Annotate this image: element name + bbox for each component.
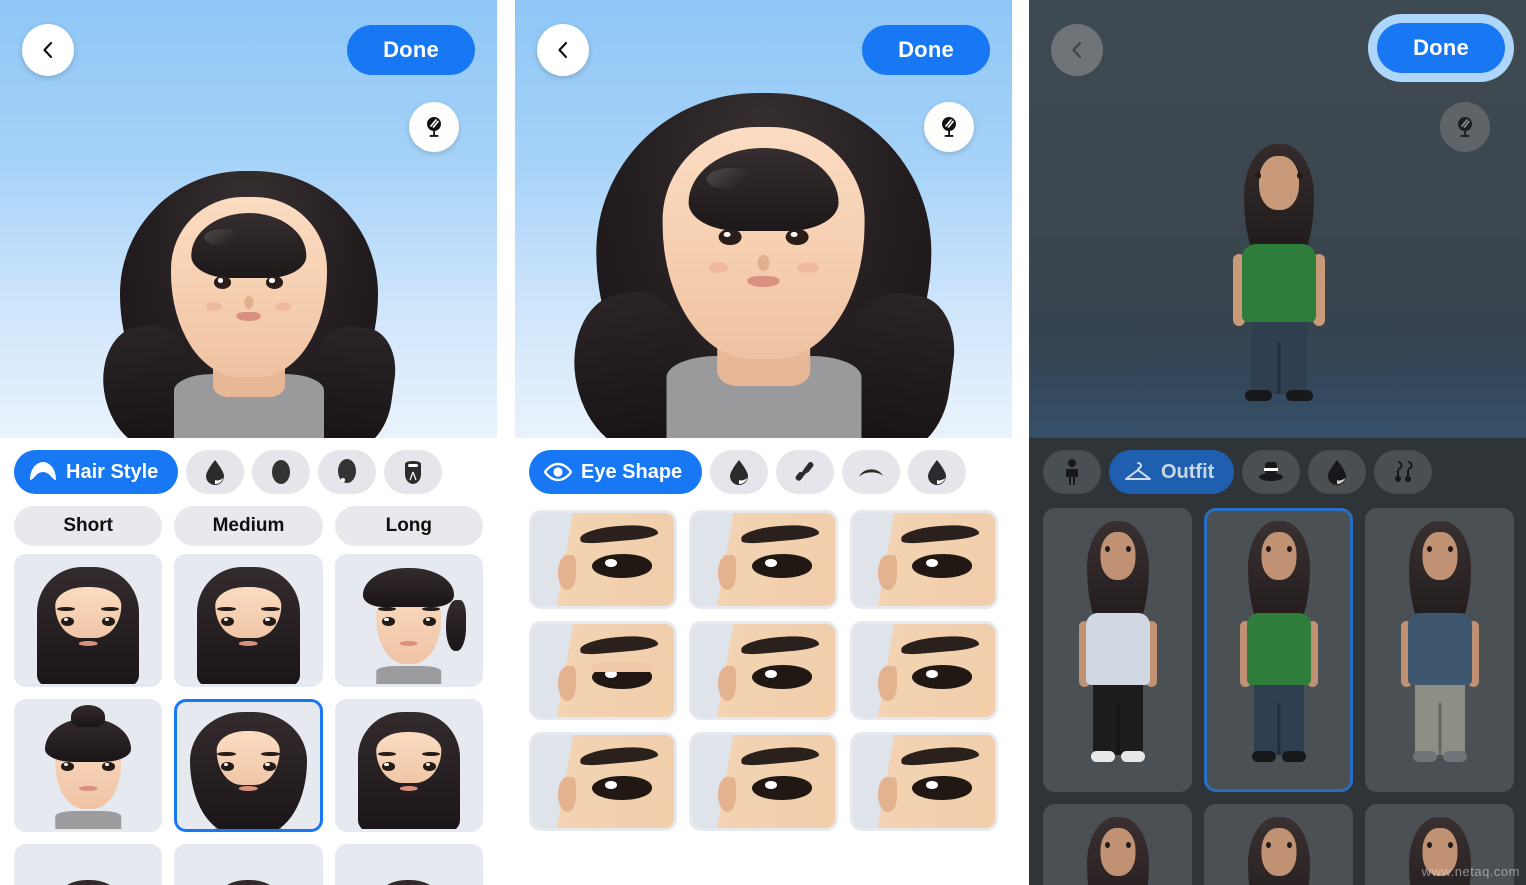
category-tab-eye-color[interactable]: Eye Color — [710, 450, 769, 494]
outfit-option-partial-2[interactable] — [1204, 804, 1353, 885]
done-button[interactable]: Done — [1377, 23, 1505, 73]
category-tab-hair-color[interactable]: Hair Color — [186, 450, 245, 494]
category-tab-label: Hair Style — [66, 460, 159, 483]
category-tab-head-shape[interactable]: Head Shape — [318, 450, 377, 494]
outfit-sheet: Body Outfit Headwear — [1029, 438, 1526, 885]
eye-option-9[interactable] — [849, 732, 998, 831]
eye-shape-grid — [515, 510, 1012, 831]
panel-gap-2 — [1012, 0, 1029, 885]
avatar-head-eyes — [569, 63, 959, 438]
hair-style-sheet: Hair Style Hair Color Face Shape — [0, 438, 497, 885]
outfit-option-partial-1[interactable] — [1043, 804, 1192, 885]
avatar-full-body — [1215, 144, 1343, 414]
droplet-icon — [922, 457, 952, 487]
category-tab-body[interactable]: Body — [1043, 450, 1101, 494]
category-tab-eye-shape[interactable]: Eye Shape — [529, 450, 703, 494]
outfit-option-partial-3[interactable] — [1365, 804, 1514, 885]
droplet-icon — [724, 457, 754, 487]
done-button-focus-ring: Done — [1368, 14, 1514, 82]
hanger-icon — [1123, 457, 1153, 487]
back-button[interactable] — [22, 24, 74, 76]
hair-option-bun-with-bangs[interactable] — [14, 699, 163, 832]
head-icon — [332, 457, 362, 487]
category-tab-color[interactable]: Color — [1308, 450, 1367, 494]
panel-gap-1 — [497, 0, 515, 885]
sub-tab-short[interactable]: Short — [14, 506, 163, 546]
eye-shape-sheet: Eye Shape Eye Color Eye Makeup — [515, 438, 1012, 885]
eye-option-8[interactable] — [689, 732, 838, 831]
category-tab-eyebrows[interactable]: Eyebrows — [842, 450, 901, 494]
hat-icon — [1256, 457, 1286, 487]
hair-option-long-sleek[interactable] — [334, 699, 483, 832]
outfit-option-denim-vest-grey-pants[interactable] — [1365, 508, 1514, 792]
hair-option-long-wavy[interactable] — [174, 699, 323, 832]
hair-option-bob-partial[interactable] — [14, 844, 163, 885]
eye-option-3[interactable] — [849, 510, 998, 609]
avatar-preview-outfit: Done — [1029, 0, 1526, 438]
hair-option-low-ponytail[interactable] — [334, 554, 483, 687]
outfit-option-varsity-jacket-black-jeans[interactable] — [1043, 508, 1192, 792]
eye-option-2[interactable] — [689, 510, 838, 609]
category-tab-label: Outfit — [1161, 460, 1215, 483]
category-tab-face-shape[interactable]: Face Shape — [252, 450, 311, 494]
eyebrow-icon — [856, 457, 886, 487]
category-tab-earrings[interactable]: Earrings — [1374, 450, 1433, 494]
avatar-preview-eyes: Done — [515, 0, 1012, 438]
outfit-grid — [1029, 508, 1526, 885]
category-tab-outfit[interactable]: Outfit — [1109, 450, 1235, 494]
face-oval-icon — [266, 457, 296, 487]
avatar-preview-hair: Done — [0, 0, 497, 438]
eye-option-1[interactable] — [529, 510, 678, 609]
screenshot-stage: Done Hair Style Short Medium Long Done E… — [0, 0, 1526, 885]
eye-shape-panel: Done Eye Shape — [515, 0, 1012, 885]
category-tabs-eyes: Eye Shape Eye Color Eye Makeup — [515, 438, 1012, 500]
eye-option-7[interactable] — [529, 732, 678, 831]
category-tabs-hair: Hair Style Hair Color Face Shape — [0, 438, 497, 500]
droplet-icon — [1322, 457, 1352, 487]
avatar-head-hair — [99, 148, 399, 438]
earrings-icon — [1388, 457, 1418, 487]
mirror-icon[interactable] — [409, 102, 459, 152]
mirror-icon[interactable] — [1440, 102, 1490, 152]
back-button[interactable] — [1051, 24, 1103, 76]
category-tab-eyebrow-color[interactable]: Eyebrow Color — [908, 450, 967, 494]
droplet-icon — [200, 457, 230, 487]
hair-style-panel: Done Hair Style Short Medium Long — [0, 0, 497, 885]
outfit-option-green-tee-dark-jeans[interactable] — [1204, 508, 1353, 792]
sub-tab-medium[interactable]: Medium — [174, 506, 323, 546]
category-tabs-outfit: Body Outfit Headwear — [1029, 438, 1526, 500]
category-tab-facial-hair[interactable]: Facial Hair — [384, 450, 443, 494]
eye-option-4[interactable] — [529, 621, 678, 720]
eye-icon — [543, 457, 573, 487]
hair-style-grid — [0, 554, 497, 885]
category-tab-label: Eye Shape — [581, 460, 683, 483]
hair-option-bob-bangs-partial[interactable] — [174, 844, 323, 885]
beard-icon — [398, 457, 428, 487]
outfit-panel: Done Outfit www.netaq.com — [1029, 0, 1526, 885]
makeup-brush-icon — [790, 457, 820, 487]
hair-option-side-part-partial[interactable] — [334, 844, 483, 885]
done-button[interactable]: Done — [347, 25, 475, 75]
eye-option-6[interactable] — [849, 621, 998, 720]
body-icon — [1057, 457, 1087, 487]
length-sub-tabs: Short Medium Long — [0, 500, 497, 554]
category-tab-eye-makeup[interactable]: Eye Makeup — [776, 450, 835, 494]
category-tab-hair-style[interactable]: Hair Style — [14, 450, 179, 494]
hair-icon — [28, 457, 58, 487]
hair-option-long-straight[interactable] — [14, 554, 163, 687]
hair-option-long-straight-parted[interactable] — [174, 554, 323, 687]
eye-option-5[interactable] — [689, 621, 838, 720]
sub-tab-long[interactable]: Long — [334, 506, 483, 546]
category-tab-headwear[interactable]: Headwear — [1242, 450, 1301, 494]
